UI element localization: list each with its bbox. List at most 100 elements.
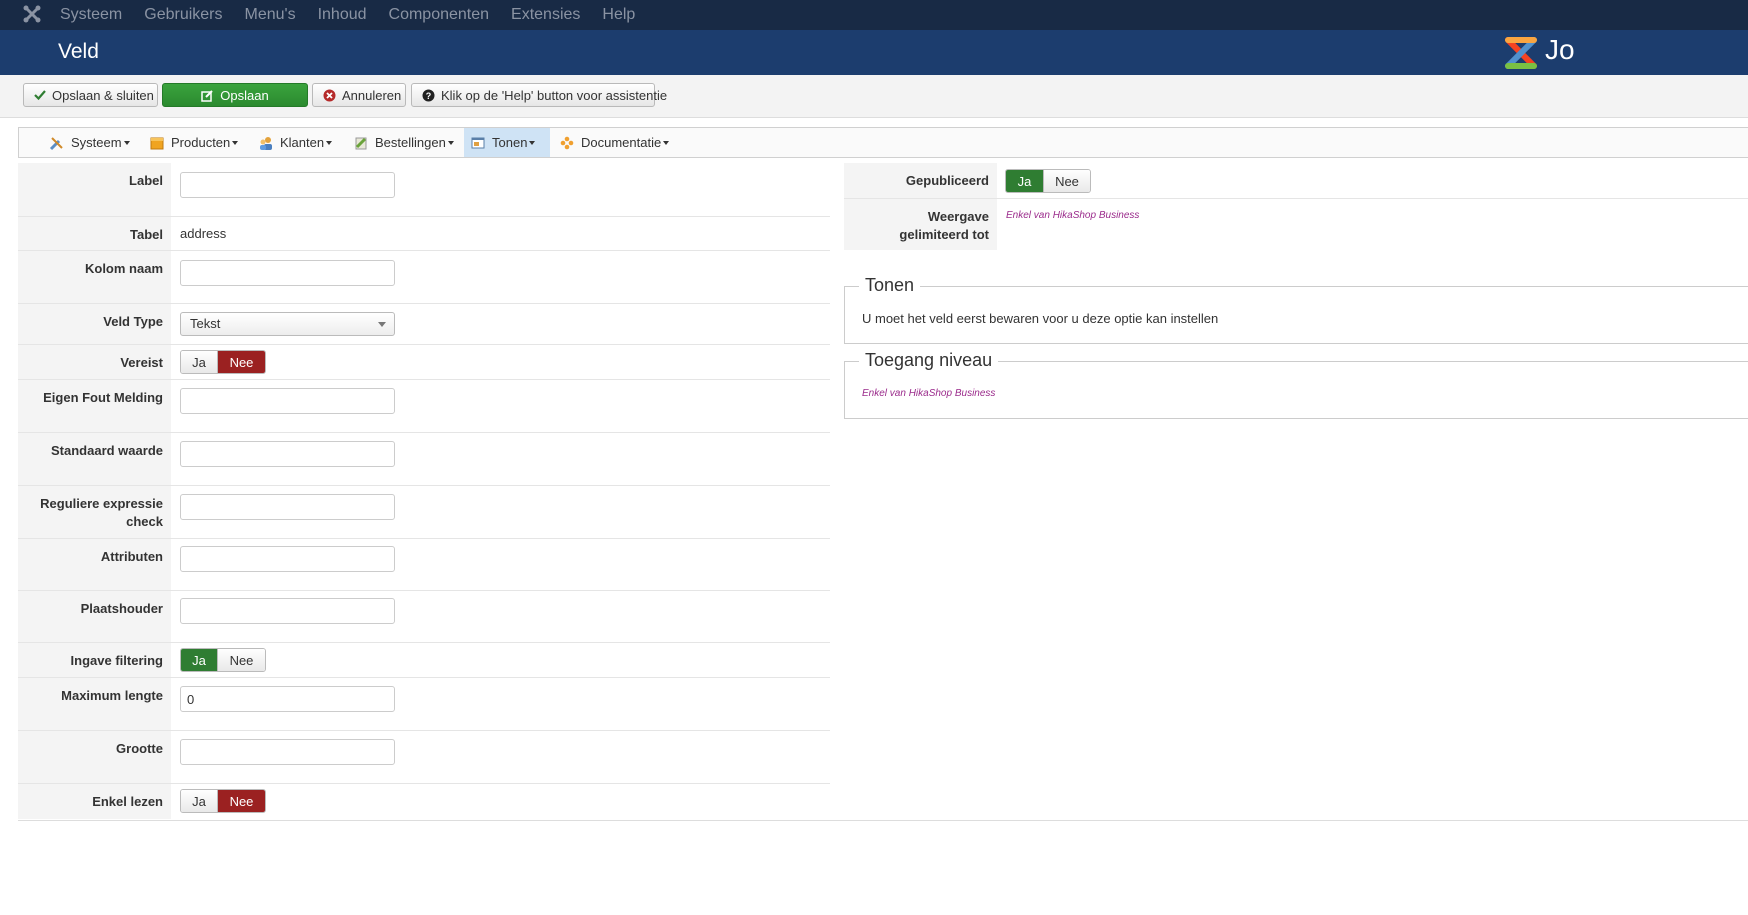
vereist-nee[interactable]: Nee: [217, 351, 265, 373]
save-button[interactable]: Opslaan: [162, 83, 308, 107]
check-icon: [34, 89, 46, 101]
grootte-input[interactable]: [180, 739, 395, 765]
vereist-toggle[interactable]: Ja Nee: [180, 350, 266, 374]
tonen-fieldset: Tonen U moet het veld eerst bewaren voor…: [844, 275, 1748, 344]
page-header: Veld Jo: [0, 30, 1748, 76]
gepubliceerd-label: Gepubliceerd: [844, 163, 997, 198]
standaard-input[interactable]: [180, 441, 395, 467]
topnav-inhoud[interactable]: Inhoud: [318, 0, 367, 29]
plaatshouder-label: Plaatshouder: [18, 591, 171, 642]
topnav-menus[interactable]: Menu's: [245, 0, 296, 29]
kolom-input[interactable]: [180, 260, 395, 286]
menu-documentatie[interactable]: Documentatie: [553, 128, 675, 157]
enkel-nee[interactable]: Nee: [217, 790, 265, 812]
grootte-label: Grootte: [18, 731, 171, 783]
save-label: Opslaan: [220, 87, 269, 103]
menu-systeem[interactable]: Systeem: [43, 128, 136, 157]
weergave-label: Weergave gelimiteerd tot: [844, 199, 997, 250]
topnav-componenten[interactable]: Componenten: [389, 0, 490, 29]
help-button[interactable]: ? Klik op de 'Help' button voor assisten…: [411, 83, 667, 107]
users-icon: [258, 135, 274, 151]
topnav-systeem[interactable]: Systeem: [60, 0, 122, 29]
display-icon: [470, 135, 486, 151]
menu-tonen[interactable]: Tonen: [464, 128, 550, 157]
gepubliceerd-nee[interactable]: Nee: [1043, 170, 1090, 192]
joomla-logo-icon[interactable]: [22, 4, 42, 24]
cancel-button[interactable]: Annuleren: [312, 83, 406, 107]
hikashop-menubar: Systeem Producten Klanten Bestellingen T…: [18, 127, 1748, 158]
order-icon: [353, 135, 369, 151]
menu-producten[interactable]: Producten: [143, 128, 244, 157]
kolom-label: Kolom naam: [18, 251, 171, 303]
topnav-extensies[interactable]: Extensies: [511, 0, 580, 29]
maxlengte-input[interactable]: 0: [180, 686, 395, 712]
veldtype-label: Veld Type: [18, 304, 171, 344]
label-label: Label: [18, 163, 171, 216]
veldtype-select[interactable]: Tekst: [180, 312, 395, 336]
row-fout: Eigen Fout Melding: [18, 380, 830, 433]
toolbar: Opslaan & sluiten Opslaan Annuleren ? Kl…: [0, 75, 1748, 118]
page-title: Veld: [58, 40, 99, 63]
maxlengte-label: Maximum lengte: [18, 678, 171, 730]
dropdown-arrow-icon: [378, 322, 386, 327]
box-icon: [149, 135, 165, 151]
edit-icon: [201, 89, 214, 102]
ingave-toggle[interactable]: Ja Nee: [180, 648, 266, 672]
tabel-label: Tabel: [18, 217, 171, 250]
row-attributen: Attributen: [18, 539, 830, 591]
row-vereist: Vereist Ja Nee: [18, 345, 830, 380]
tabel-value: address: [180, 226, 227, 241]
row-maxlengte: Maximum lengte 0: [18, 678, 830, 731]
row-veldtype: Veld Type Tekst: [18, 304, 830, 345]
row-standaard: Standaard waarde: [18, 433, 830, 486]
plaatshouder-input[interactable]: [180, 598, 395, 624]
tools-icon: [49, 135, 65, 151]
row-kolom: Kolom naam: [18, 251, 830, 304]
label-input[interactable]: [180, 172, 395, 198]
joomla-brand-icon: [1505, 37, 1537, 69]
toegang-fieldset: Toegang niveau Enkel van HikaShop Busine…: [844, 350, 1748, 419]
menu-klanten[interactable]: Klanten: [252, 128, 338, 157]
toegang-business-note: Enkel van HikaShop Business: [862, 388, 996, 399]
help-label: Klik op de 'Help' button voor assistenti…: [441, 87, 668, 103]
toegang-legend: Toegang niveau: [859, 350, 999, 371]
divider: [18, 820, 1748, 821]
fout-label: Eigen Fout Melding: [18, 380, 171, 432]
ingave-nee[interactable]: Nee: [217, 649, 265, 671]
enkel-ja[interactable]: Ja: [181, 790, 217, 812]
fout-input[interactable]: [180, 388, 395, 414]
row-plaatshouder: Plaatshouder: [18, 591, 830, 643]
standaard-label: Standaard waarde: [18, 433, 171, 485]
regex-label: Reguliere expressie check: [18, 486, 171, 538]
gepubliceerd-toggle[interactable]: Ja Nee: [1005, 169, 1091, 193]
save-close-button[interactable]: Opslaan & sluiten: [23, 83, 158, 107]
gepubliceerd-ja[interactable]: Ja: [1006, 170, 1043, 192]
row-gepubliceerd: Gepubliceerd Ja Nee: [844, 163, 1748, 199]
joomla-brand-text: Jo: [1545, 34, 1575, 65]
vereist-label: Vereist: [18, 345, 171, 379]
enkel-label: Enkel lezen: [18, 784, 171, 819]
row-label: Label: [18, 163, 830, 217]
question-icon: ?: [422, 89, 435, 102]
attributen-input[interactable]: [180, 546, 395, 572]
regex-input[interactable]: [180, 494, 395, 520]
ingave-label: Ingave filtering: [18, 643, 171, 677]
vereist-ja[interactable]: Ja: [181, 351, 217, 373]
help-flower-icon: [559, 135, 575, 151]
ingave-ja[interactable]: Ja: [181, 649, 217, 671]
enkel-toggle[interactable]: Ja Nee: [180, 789, 266, 813]
row-tabel: Tabel address: [18, 217, 830, 251]
topnav-gebruikers[interactable]: Gebruikers: [144, 0, 222, 29]
row-ingave: Ingave filtering Ja Nee: [18, 643, 830, 678]
cancel-label: Annuleren: [342, 87, 402, 103]
menu-bestellingen[interactable]: Bestellingen: [347, 128, 460, 157]
attributen-label: Attributen: [18, 539, 171, 590]
tonen-legend: Tonen: [859, 275, 921, 296]
weergave-business-note: Enkel van HikaShop Business: [1006, 210, 1140, 221]
save-close-label: Opslaan & sluiten: [52, 87, 154, 103]
row-weergave: Weergave gelimiteerd tot Enkel van HikaS…: [844, 199, 1748, 250]
topnav-help[interactable]: Help: [602, 0, 635, 29]
row-regex: Reguliere expressie check: [18, 486, 830, 539]
row-grootte: Grootte: [18, 731, 830, 784]
svg-text:?: ?: [426, 91, 432, 101]
